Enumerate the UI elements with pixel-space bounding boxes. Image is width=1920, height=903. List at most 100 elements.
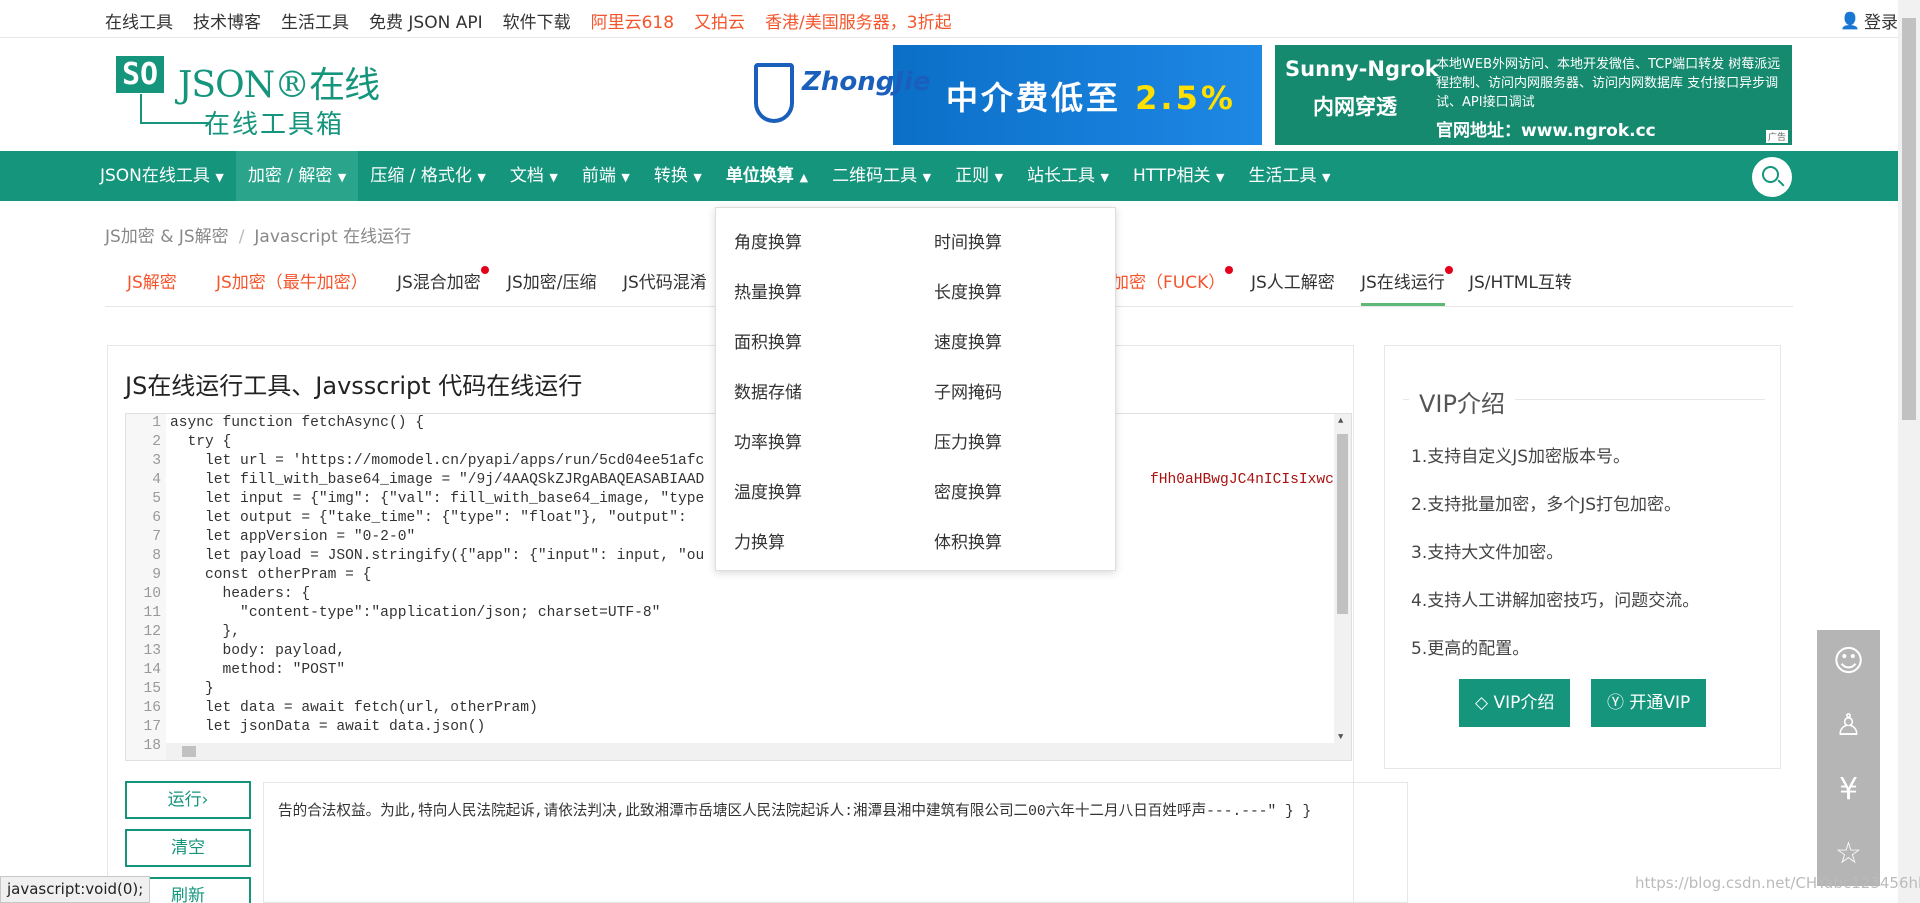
code-line: let data = await fetch(url, otherPram) [170, 700, 538, 716]
caret-down-icon: ▼ [919, 171, 932, 184]
donate-yen-icon[interactable]: ¥ [1817, 758, 1880, 822]
dropdown-item[interactable]: 角度换算 [734, 228, 802, 253]
line-number: 12 [143, 624, 161, 640]
nav-item[interactable]: 单位换算 ▲ [714, 151, 820, 201]
top-link[interactable]: 免费 JSON API [369, 8, 483, 33]
line-number: 10 [143, 586, 161, 602]
top-link[interactable]: 在线工具 [105, 8, 173, 33]
login-link[interactable]: 👤 登录 [1840, 8, 1898, 33]
nav-item-label: 单位换算 [725, 166, 794, 186]
line-number: 1 [152, 415, 161, 431]
page-scrollbar[interactable] [1898, 0, 1920, 903]
nav-item[interactable]: 生活工具 ▼ [1237, 151, 1343, 201]
top-link[interactable]: 技术博客 [193, 8, 261, 33]
nav-item[interactable]: 站长工具 ▼ [1015, 151, 1121, 201]
nav-item[interactable]: 转换 ▼ [642, 151, 714, 201]
qq-icon[interactable]: ♙ [1817, 694, 1880, 758]
nav-item[interactable]: 加密 / 解密 ▼ [235, 151, 359, 201]
dropdown-item[interactable]: 密度换算 [934, 478, 1002, 503]
search-button[interactable] [1752, 157, 1792, 197]
top-links-bar: 在线工具 技术博客 生活工具 免费 JSON API 软件下载 阿里云618 又拍云 香港/美… [0, 0, 1898, 38]
tool-tab[interactable]: JS在线运行 [1361, 266, 1453, 306]
breadcrumb-parent[interactable]: JS加密 & JS解密 [105, 227, 229, 247]
nav-item[interactable]: JSON在线工具 ▼ [88, 151, 236, 201]
ad-text: 中介费低至 2.5% [946, 73, 1236, 119]
ad-tag: 广告 [1765, 130, 1788, 143]
banner-ad-ngrok[interactable]: Sunny-Ngrok 内网穿透 本地WEB外网访问、本地开发微信、TCP端口转… [1275, 45, 1792, 145]
dropdown-item[interactable]: 热量换算 [734, 278, 802, 303]
top-link[interactable]: 阿里云618 [591, 8, 674, 33]
nav-item[interactable]: HTTP相关 ▼ [1121, 151, 1236, 201]
dropdown-item[interactable]: 压力换算 [934, 428, 1002, 453]
nav-item-label: 生活工具 [1248, 166, 1317, 186]
nav-item[interactable]: 压缩 / 格式化 ▼ [358, 151, 498, 201]
site-logo[interactable]: SO JSON®在线 在线工具箱 [112, 46, 380, 140]
dropdown-item[interactable]: 面积换算 [734, 328, 802, 353]
breadcrumb: JS加密 & JS解密 / Javascript 在线运行 [105, 222, 411, 247]
line-number: 14 [143, 662, 161, 678]
scroll-up-arrow-icon[interactable]: ▲ [1338, 416, 1343, 426]
dropdown-item[interactable]: 子网掩码 [934, 378, 1002, 403]
main-nav-items: JSON在线工具 ▼ 加密 / 解密 ▼ 压缩 / 格式化 ▼ 文档 ▼ 前端 ▼ 转换 … [88, 151, 1342, 201]
run-button[interactable]: 运行› [125, 781, 251, 819]
nav-item[interactable]: 文档 ▼ [498, 151, 570, 201]
line-number: 13 [143, 643, 161, 659]
editor-scroll-thumb[interactable] [1337, 434, 1348, 614]
vip-legend: VIP介绍 [1409, 384, 1515, 419]
nav-item[interactable]: 正则 ▼ [943, 151, 1015, 201]
code-line: }, [170, 624, 241, 640]
caret-down-icon: ▼ [1097, 171, 1110, 184]
vip-card: VIP介绍 1.支持自定义JS加密版本号。 2.支持批量加密，多个JS打包加密。… [1384, 345, 1781, 769]
code-line: } [170, 681, 214, 697]
editor-vertical-scrollbar[interactable]: ▲ ▼ [1334, 414, 1351, 760]
search-icon-handle [1777, 179, 1785, 187]
vip-intro-label: VIP介绍 [1493, 693, 1555, 713]
nav-item[interactable]: 二维码工具 ▼ [820, 151, 943, 201]
top-link[interactable]: 香港/美国服务器，3折起 [765, 8, 952, 33]
dropdown-item[interactable]: 温度换算 [734, 478, 802, 503]
top-link[interactable]: 软件下载 [503, 8, 571, 33]
dropdown-item[interactable]: 力换算 [734, 528, 785, 553]
dropdown-item[interactable]: 数据存储 [734, 378, 802, 403]
editor-horizontal-scrollbar[interactable] [166, 743, 1336, 760]
tool-tab-label: JS解密 [127, 273, 177, 293]
code-line: "content-type":"application/json; charse… [170, 605, 661, 621]
nav-item[interactable]: 前端 ▼ [570, 151, 642, 201]
vip-item: 4.支持人工讲解加密技巧，问题交流。 [1411, 591, 1700, 611]
tool-tab[interactable]: 加密（FUCK） [1112, 266, 1234, 306]
banner-ad-zhongjie[interactable]: ZhongJie 中介费低至 2.5% [748, 45, 1262, 145]
logo-so: SO [116, 56, 165, 93]
page-scroll-thumb[interactable] [1902, 18, 1916, 420]
tool-tab[interactable]: JS人工解密 [1251, 268, 1335, 306]
tool-tab[interactable]: JS加密（最牛加密） [216, 268, 368, 306]
top-link[interactable]: 生活工具 [281, 8, 349, 33]
dropdown-item[interactable]: 功率换算 [734, 428, 802, 453]
tool-tab-label: JS人工解密 [1251, 273, 1335, 293]
dropdown-item[interactable]: 体积换算 [934, 528, 1002, 553]
tool-tab[interactable]: JS/HTML互转 [1469, 268, 1572, 306]
tool-tab[interactable]: JS解密 [127, 268, 177, 306]
tool-tab[interactable]: JS加密/压缩 [507, 268, 597, 306]
vip-open-button[interactable]: Ⓨ 开通VIP [1591, 679, 1707, 727]
line-number: 18 [143, 738, 161, 754]
diamond-icon: ◇ [1475, 693, 1494, 713]
feedback-chat-icon[interactable]: ☺ [1817, 630, 1880, 694]
tool-tab[interactable]: JS代码混淆 [623, 268, 707, 306]
clear-button[interactable]: 清空 [125, 829, 251, 867]
editor-hscroll-thumb[interactable] [182, 746, 196, 757]
dropdown-item[interactable]: 时间换算 [934, 228, 1002, 253]
tool-tab[interactable]: JS混合加密 [397, 266, 489, 306]
code-line: let output = {"take_time": {"type": "flo… [170, 510, 687, 526]
code-line: let fill_with_base64_image = "/9j/4AAQSk… [170, 472, 705, 488]
scroll-down-arrow-icon[interactable]: ▼ [1338, 732, 1343, 742]
line-number: 2 [152, 434, 161, 450]
logo-json: JSON®在线 [178, 65, 380, 106]
dropdown-item[interactable]: 速度换算 [934, 328, 1002, 353]
dropdown-item[interactable]: 长度换算 [934, 278, 1002, 303]
tool-tab-label: JS代码混淆 [623, 273, 707, 293]
top-link[interactable]: 又拍云 [694, 8, 745, 33]
line-number: 5 [152, 491, 161, 507]
vip-item: 3.支持大文件加密。 [1411, 543, 1564, 563]
caret-down-icon: ▼ [211, 171, 224, 184]
vip-intro-button[interactable]: ◇ VIP介绍 [1459, 679, 1571, 727]
